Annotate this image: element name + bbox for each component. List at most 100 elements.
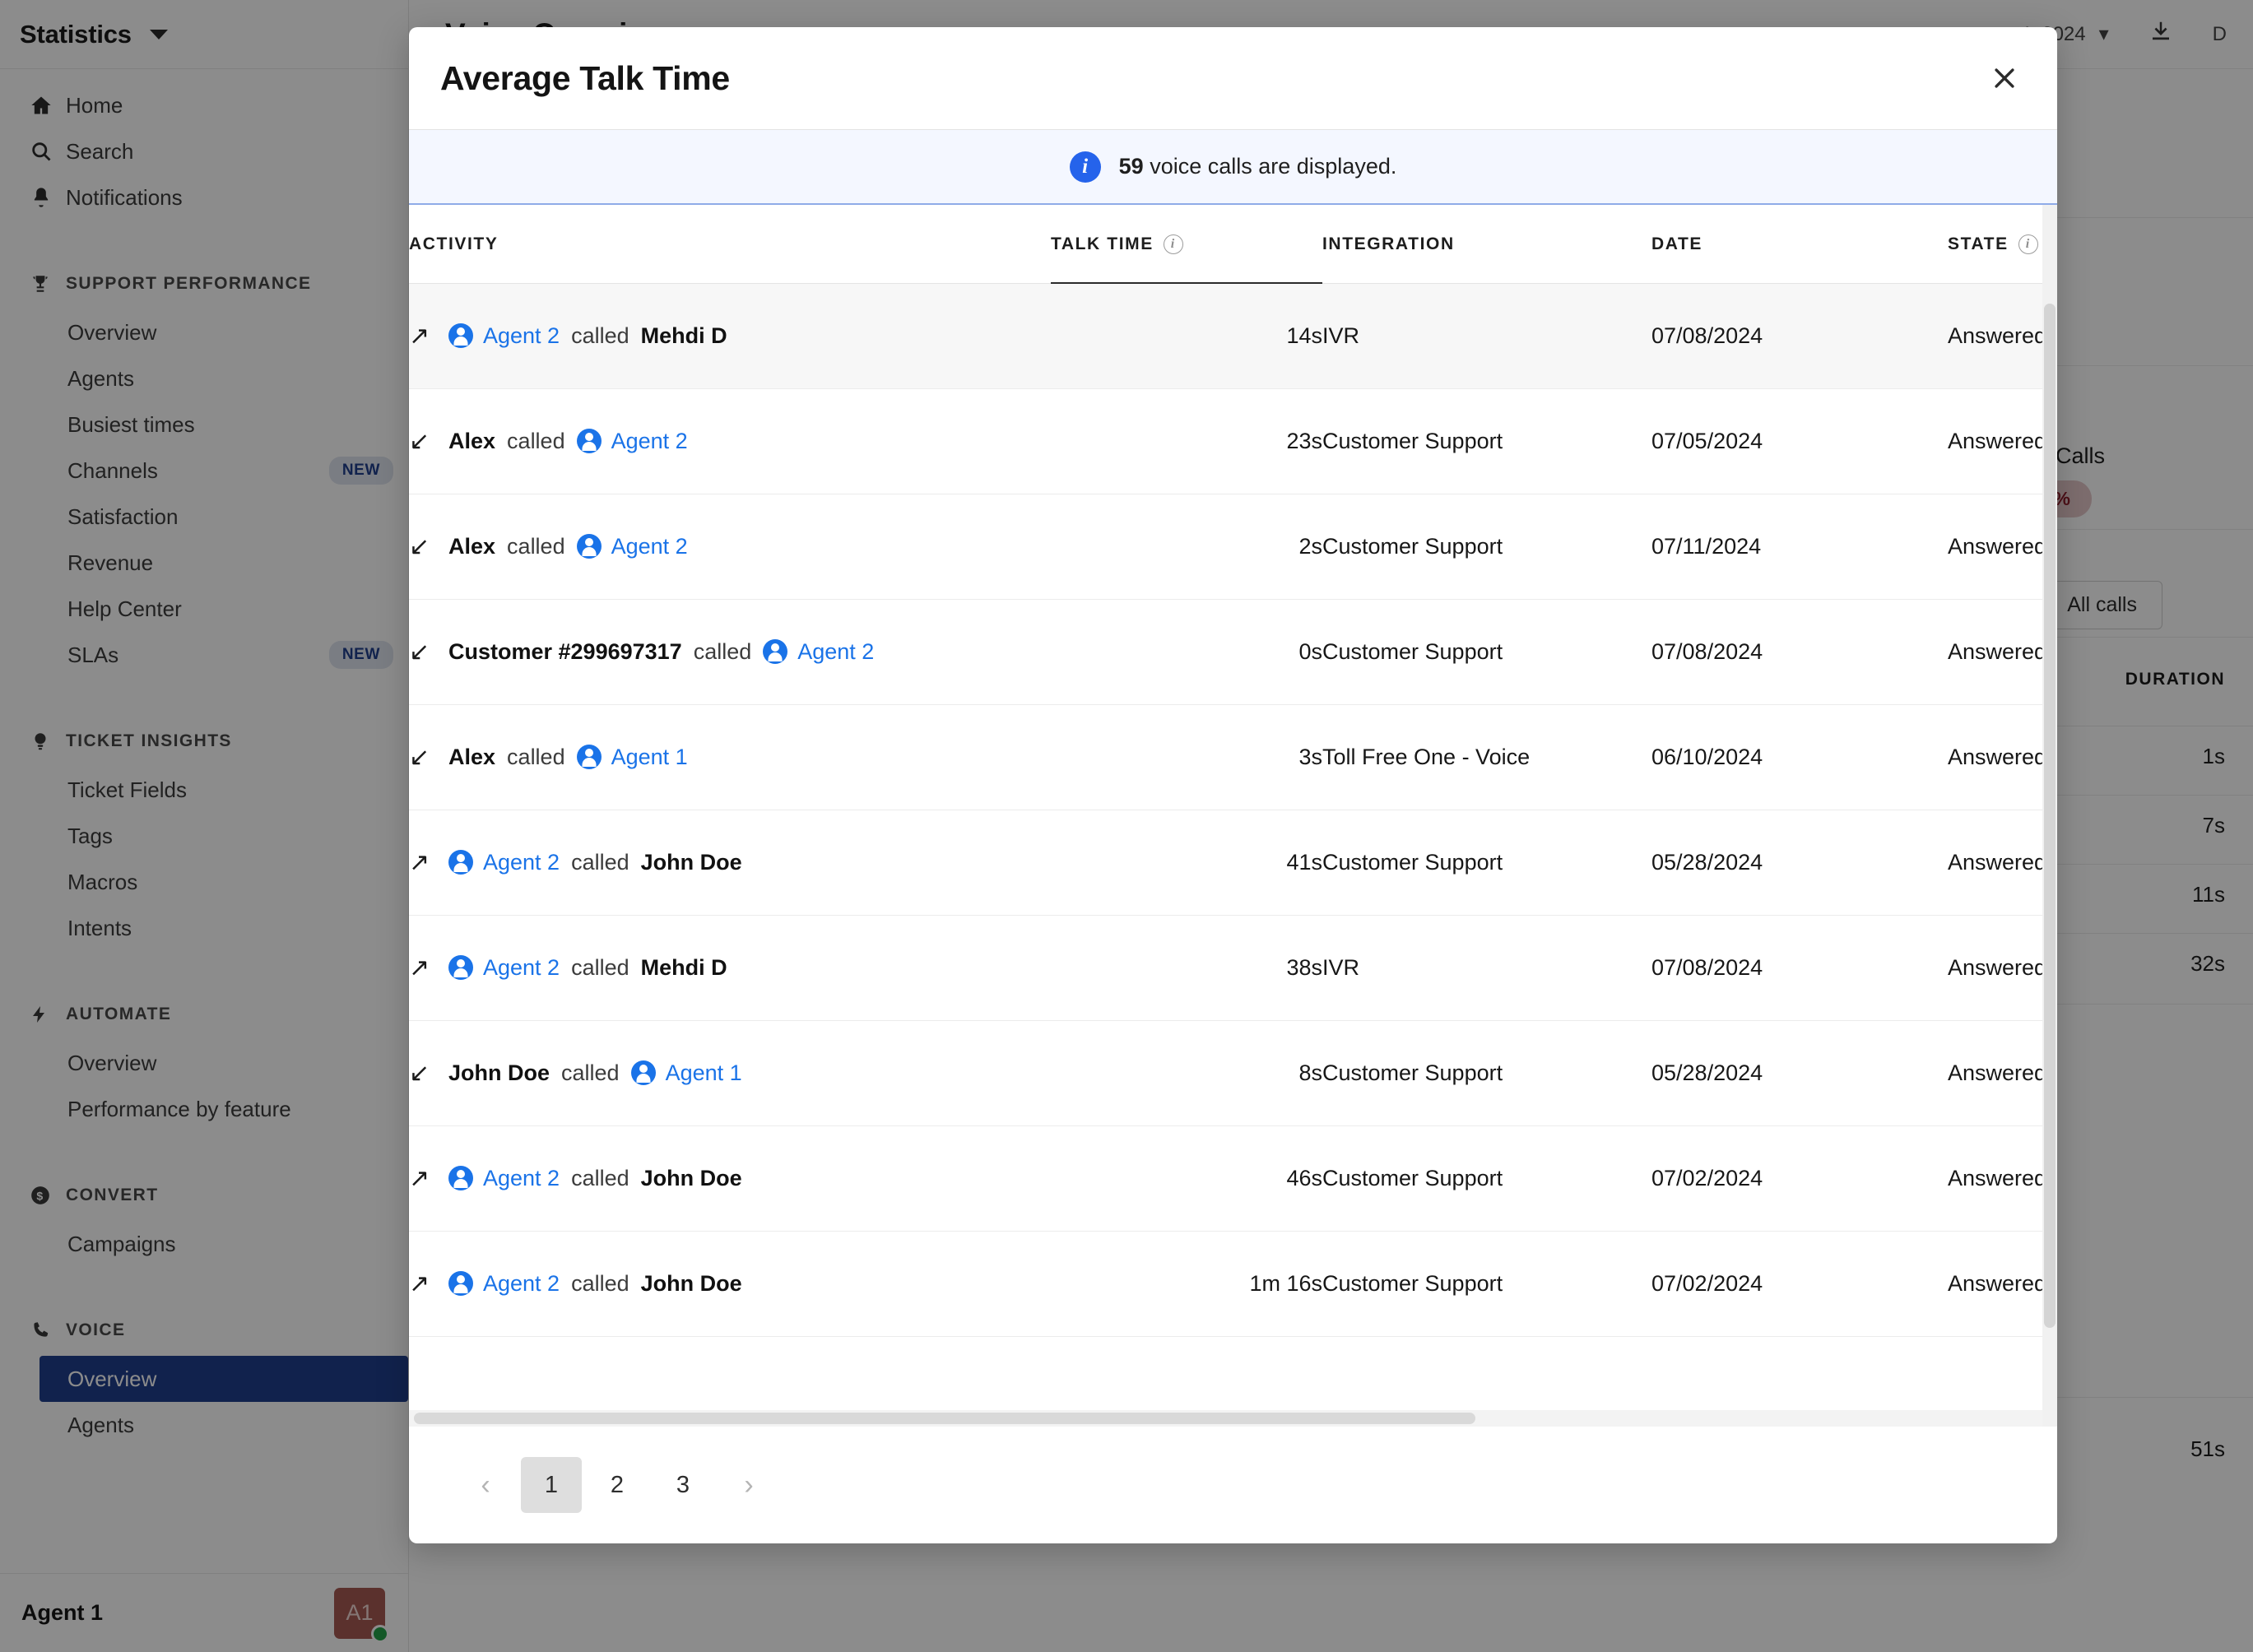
cell-activity: ↗ Agent 2 called John Doe xyxy=(409,1125,1051,1232)
activity-callee-label: Agent 2 xyxy=(611,428,688,453)
activity-callee-name: John Doe xyxy=(640,1165,742,1190)
person-icon xyxy=(448,850,473,875)
call-direction-inbound-icon: ↙ xyxy=(409,427,430,455)
pagination-page-1[interactable]: 1 xyxy=(521,1457,582,1513)
person-icon xyxy=(448,955,473,980)
table-header-row: ACTIVITY TALK TIME i INTEGRATION DATE ST… xyxy=(409,205,2057,284)
cell-talk-time: 3s xyxy=(1051,704,1322,810)
pagination-prev-button[interactable]: ‹ xyxy=(455,1457,516,1513)
activity-caller-link[interactable]: Agent 2 xyxy=(448,323,560,349)
calls-table-body: ↗ Agent 2 called Mehdi D 14s IVR 07/08/2024 Ans… xyxy=(409,283,2057,1337)
table-row[interactable]: ↗ Agent 2 called John Doe 46s Customer Suppor… xyxy=(409,1125,2057,1232)
calls-table-container: ACTIVITY TALK TIME i INTEGRATION DATE ST… xyxy=(409,205,2057,1427)
activity-caller-link[interactable]: Agent 2 xyxy=(448,850,560,875)
call-direction-outbound-icon: ↗ xyxy=(409,1269,430,1297)
pagination-page-3[interactable]: 3 xyxy=(653,1457,713,1513)
cell-state: Answered xyxy=(1948,1020,2057,1126)
activity-callee-label: Agent 2 xyxy=(611,533,688,559)
info-icon[interactable]: i xyxy=(2018,234,2038,255)
table-row[interactable]: ↗ Agent 2 called John Doe 41s Customer Suppor… xyxy=(409,810,2057,916)
table-row[interactable]: ↙ John Doe called Agent 1 8s Customer Support… xyxy=(409,1020,2057,1126)
person-icon xyxy=(576,745,602,769)
activity-caller-name: Alex xyxy=(448,744,496,769)
activity-callee-name: Mehdi D xyxy=(640,954,727,980)
activity-verb: called xyxy=(571,1270,629,1296)
cell-activity: ↙ Alex called Agent 2 xyxy=(409,388,1051,494)
column-header-state-label: STATE xyxy=(1948,234,2009,254)
activity-caller-name: Alex xyxy=(448,428,496,453)
cell-activity: ↗ Agent 2 called Mehdi D xyxy=(409,915,1051,1021)
cell-state: Answered xyxy=(1948,599,2057,705)
activity-callee-name: John Doe xyxy=(640,1270,742,1296)
activity-callee-link[interactable]: Agent 1 xyxy=(576,744,688,770)
table-row[interactable]: ↗ Agent 2 called John Doe 1m 16s Customer Sup… xyxy=(409,1231,2057,1337)
activity-caller-name: Alex xyxy=(448,533,496,559)
call-direction-inbound-icon: ↙ xyxy=(409,743,430,771)
cell-integration: Customer Support xyxy=(1322,810,1651,916)
person-icon xyxy=(576,534,602,559)
average-talk-time-modal: Average Talk Time i 59 voice calls are d… xyxy=(409,27,2057,1543)
cell-integration: Customer Support xyxy=(1322,1125,1651,1232)
vertical-scrollbar[interactable] xyxy=(2042,205,2057,1427)
cell-state: Answered xyxy=(1948,494,2057,600)
activity-callee-label: Agent 2 xyxy=(797,638,875,664)
activity-callee-link[interactable]: Agent 2 xyxy=(576,428,688,454)
cell-integration: Toll Free One - Voice xyxy=(1322,704,1651,810)
table-row[interactable]: ↙ Alex called Agent 1 3s Toll Free One - Voic… xyxy=(409,704,2057,810)
cell-integration: Customer Support xyxy=(1322,599,1651,705)
cell-activity: ↗ Agent 2 called John Doe xyxy=(409,810,1051,916)
calls-table: ACTIVITY TALK TIME i INTEGRATION DATE ST… xyxy=(409,205,2057,1337)
activity-callee-name: John Doe xyxy=(640,849,742,875)
column-header-state[interactable]: STATE i xyxy=(1948,205,2057,284)
close-icon[interactable] xyxy=(1980,53,2029,103)
column-header-activity[interactable]: ACTIVITY xyxy=(409,205,1051,284)
activity-callee-link[interactable]: Agent 1 xyxy=(630,1060,742,1086)
cell-talk-time: 8s xyxy=(1051,1020,1322,1126)
pagination: ‹ 1 2 3 › xyxy=(409,1427,2057,1543)
activity-caller-link[interactable]: Agent 2 xyxy=(448,955,560,981)
activity-callee-link[interactable]: Agent 2 xyxy=(576,533,688,559)
cell-date: 07/02/2024 xyxy=(1651,1125,1948,1232)
activity-caller-label: Agent 2 xyxy=(483,1270,560,1296)
cell-state: Answered xyxy=(1948,283,2057,389)
cell-integration: IVR xyxy=(1322,915,1651,1021)
activity-callee-link[interactable]: Agent 2 xyxy=(763,639,874,665)
pagination-next-button[interactable]: › xyxy=(718,1457,779,1513)
table-row[interactable]: ↙ Customer #299697317 called Agent 2 0s Custo… xyxy=(409,599,2057,705)
cell-talk-time: 0s xyxy=(1051,599,1322,705)
cell-integration: Customer Support xyxy=(1322,494,1651,600)
table-row[interactable]: ↙ Alex called Agent 2 23s Customer Support 07/… xyxy=(409,388,2057,494)
activity-caller-label: Agent 2 xyxy=(483,954,560,980)
table-row[interactable]: ↗ Agent 2 called Mehdi D 14s IVR 07/08/2024 Ans… xyxy=(409,283,2057,389)
info-banner: i 59 voice calls are displayed. xyxy=(409,129,2057,205)
column-header-talk-time[interactable]: TALK TIME i xyxy=(1051,205,1322,284)
person-icon xyxy=(448,1166,473,1190)
activity-caller-link[interactable]: Agent 2 xyxy=(448,1166,560,1191)
cell-date: 07/11/2024 xyxy=(1651,494,1948,600)
horizontal-scrollbar-thumb[interactable] xyxy=(414,1413,1475,1424)
cell-state: Answered xyxy=(1948,1125,2057,1232)
modal-title: Average Talk Time xyxy=(440,58,730,97)
table-row[interactable]: ↗ Agent 2 called Mehdi D 38s IVR 07/08/2024 Ans… xyxy=(409,915,2057,1021)
table-row[interactable]: ↙ Alex called Agent 2 2s Customer Support 07/1… xyxy=(409,494,2057,600)
cell-activity: ↙ Alex called Agent 2 xyxy=(409,494,1051,600)
person-icon xyxy=(630,1060,656,1085)
activity-callee-name: Mehdi D xyxy=(640,323,727,348)
cell-date: 05/28/2024 xyxy=(1651,1020,1948,1126)
vertical-scrollbar-thumb[interactable] xyxy=(2044,304,2056,1328)
info-icon[interactable]: i xyxy=(1163,234,1183,254)
call-direction-outbound-icon: ↗ xyxy=(409,322,430,350)
horizontal-scrollbar[interactable] xyxy=(409,1410,2042,1427)
cell-state: Answered xyxy=(1948,1231,2057,1337)
column-header-integration[interactable]: INTEGRATION xyxy=(1322,205,1651,284)
pagination-page-2[interactable]: 2 xyxy=(587,1457,648,1513)
cell-activity: ↙ John Doe called Agent 1 xyxy=(409,1020,1051,1126)
activity-caller-link[interactable]: Agent 2 xyxy=(448,1271,560,1297)
cell-talk-time: 2s xyxy=(1051,494,1322,600)
call-direction-outbound-icon: ↗ xyxy=(409,954,430,981)
cell-state: Answered xyxy=(1948,388,2057,494)
activity-callee-label: Agent 1 xyxy=(611,744,688,769)
column-header-date-label: DATE xyxy=(1651,234,1703,254)
modal-header: Average Talk Time xyxy=(409,27,2057,129)
column-header-date[interactable]: DATE xyxy=(1651,205,1948,284)
